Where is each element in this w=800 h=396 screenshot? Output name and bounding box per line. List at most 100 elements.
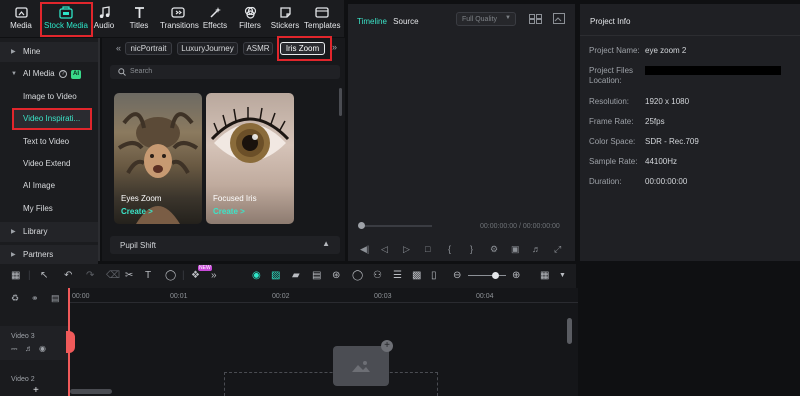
- redo-icon[interactable]: ↷: [86, 270, 94, 282]
- sidebar-item-text-to-video[interactable]: Text to Video: [0, 132, 98, 152]
- stock-content-panel: « nicPortrait LuxuryJourney ASMR Iris Zo…: [102, 38, 345, 261]
- speed-icon[interactable]: ⊛: [332, 270, 340, 282]
- mic-icon[interactable]: ⚇: [373, 270, 382, 282]
- section-pupil-shift[interactable]: Pupil Shift ▲: [110, 236, 340, 254]
- step-back-icon[interactable]: ◀|: [360, 244, 369, 255]
- zoom-in-icon[interactable]: ⊕: [512, 270, 520, 282]
- layout-icon[interactable]: ▦: [11, 270, 20, 282]
- grid-layout-icon[interactable]: ▦: [540, 270, 549, 282]
- sidebar-item-ai-image[interactable]: AI Image: [0, 176, 98, 196]
- toolbar-effects[interactable]: Effects: [200, 2, 230, 35]
- marker-icon[interactable]: ▰: [292, 270, 300, 282]
- ruler-label: 00:00: [72, 293, 90, 300]
- content-scrollbar[interactable]: [339, 88, 342, 116]
- playhead-handle[interactable]: [358, 222, 365, 229]
- crop-icon[interactable]: ◯: [165, 270, 176, 282]
- chevron-down-icon[interactable]: ▼: [559, 270, 566, 282]
- tab-timeline[interactable]: Timeline: [357, 17, 387, 26]
- toolbar-media-label: Media: [10, 21, 32, 30]
- sidebar-item-ai-media[interactable]: ▼ AI Media ? AI: [0, 64, 98, 84]
- sidebar-item-library[interactable]: ▶ Library: [0, 222, 98, 242]
- snapshot-icon[interactable]: [553, 13, 565, 24]
- sidebar-item-mine[interactable]: ▶ Mine: [0, 42, 98, 62]
- split-icon[interactable]: ✂: [125, 270, 133, 282]
- tag-chip[interactable]: nicPortrait: [125, 42, 172, 55]
- render-icon[interactable]: ⚙: [490, 244, 498, 255]
- link-icon[interactable]: ⚭: [31, 293, 39, 304]
- tags-scroll-left-icon[interactable]: «: [116, 43, 121, 53]
- ai-edit-icon[interactable]: ❖: [191, 270, 200, 282]
- video-card[interactable]: Eyes Zoom Create >: [114, 93, 202, 224]
- shield-icon[interactable]: ◯: [352, 270, 363, 282]
- zoom-slider[interactable]: [468, 275, 506, 276]
- toolbar-filters[interactable]: Filters: [235, 2, 265, 35]
- toolbar-audio[interactable]: Audio: [89, 2, 119, 35]
- volume-icon[interactable]: ♬: [532, 244, 541, 254]
- mixer-icon[interactable]: ☰: [393, 270, 402, 282]
- chevron-up-icon[interactable]: ▲: [322, 239, 330, 248]
- ruler-label: 00:01: [170, 293, 188, 300]
- add-media-icon[interactable]: +: [381, 340, 393, 352]
- toolbar-stickers[interactable]: Stickers: [270, 2, 300, 35]
- sidebar-item-image-to-video[interactable]: Image to Video: [0, 87, 98, 107]
- audio-toggle-icon[interactable]: ♬: [25, 344, 33, 353]
- add-track-icon[interactable]: ♻: [11, 293, 19, 304]
- horizontal-scrollbar[interactable]: [70, 389, 112, 394]
- divider: [580, 35, 800, 36]
- chevron-right-icon: ▶: [11, 229, 16, 235]
- tag-chip[interactable]: LuxuryJourney: [177, 42, 238, 55]
- subtitle-icon[interactable]: ▯: [431, 270, 437, 282]
- sidebar-item-my-files[interactable]: My Files: [0, 199, 98, 219]
- ruler-divider: [68, 302, 578, 303]
- track-manager-icon[interactable]: ▤: [51, 293, 60, 304]
- card-create-link[interactable]: Create >: [121, 207, 153, 216]
- more-icon[interactable]: »: [211, 270, 217, 282]
- playhead-marker[interactable]: [66, 331, 75, 353]
- ai-companion-icon[interactable]: ◉: [252, 270, 261, 282]
- video-card[interactable]: Focused Iris Create >: [206, 93, 294, 224]
- sidebar-item-partners[interactable]: ▶ Partners: [0, 245, 98, 265]
- timeline-right-blank: [580, 264, 800, 396]
- vertical-scrollbar[interactable]: [567, 318, 572, 344]
- tab-source[interactable]: Source: [393, 17, 418, 26]
- sidebar-item-video-extend[interactable]: Video Extend: [0, 154, 98, 174]
- zoom-out-icon[interactable]: ⊖: [453, 270, 461, 282]
- rewind-icon[interactable]: ◁: [381, 244, 388, 255]
- section-title: Pupil Shift: [120, 241, 157, 250]
- stop-icon[interactable]: □: [425, 244, 430, 254]
- grid-view-icon[interactable]: [529, 14, 542, 24]
- auto-ripple-icon[interactable]: ▨: [271, 270, 280, 282]
- quality-dropdown[interactable]: Full Quality ▼: [456, 12, 516, 26]
- undo-icon[interactable]: ↶: [64, 270, 72, 282]
- info-label: Color Space:: [589, 137, 636, 146]
- add-icon[interactable]: +: [33, 385, 39, 396]
- toolbar-titles[interactable]: Titles: [124, 2, 154, 35]
- redacted-location: [645, 66, 781, 75]
- color-icon[interactable]: ▤: [312, 270, 321, 282]
- playback-progress-track[interactable]: [360, 225, 432, 227]
- eye-icon[interactable]: ◉: [39, 344, 46, 353]
- info-value: eye zoom 2: [645, 46, 687, 55]
- tag-chip[interactable]: ASMR: [243, 42, 273, 55]
- text-icon[interactable]: T: [145, 270, 151, 282]
- search-input[interactable]: Search: [110, 65, 340, 79]
- drop-zone[interactable]: [224, 372, 438, 396]
- delete-icon[interactable]: ⌫: [106, 270, 120, 282]
- camera-icon[interactable]: ▣: [511, 244, 520, 255]
- toolbar-media[interactable]: Media: [6, 2, 36, 35]
- track-header-video-3: Video 3 ⎓ ♬ ◉: [0, 326, 68, 360]
- card-create-link[interactable]: Create >: [213, 207, 245, 216]
- play-icon[interactable]: ▷: [403, 244, 410, 255]
- select-tool-icon[interactable]: ↖: [40, 270, 48, 282]
- toolbar-templates[interactable]: Templates: [304, 2, 340, 35]
- time-ruler[interactable]: 00:00 00:01 00:02 00:03 00:04: [68, 288, 578, 302]
- snapshot-icon[interactable]: ▩: [412, 270, 421, 282]
- mark-in-icon[interactable]: {: [448, 244, 451, 254]
- fullscreen-icon[interactable]: ⤢: [554, 244, 561, 255]
- zoom-slider-handle[interactable]: [492, 272, 499, 279]
- toolbar-transitions[interactable]: Transitions: [160, 2, 199, 35]
- lock-icon[interactable]: ⎓: [11, 344, 17, 354]
- tags-scroll-right-icon[interactable]: »: [332, 42, 337, 52]
- mark-out-icon[interactable]: }: [470, 244, 473, 254]
- help-icon[interactable]: ?: [59, 70, 67, 78]
